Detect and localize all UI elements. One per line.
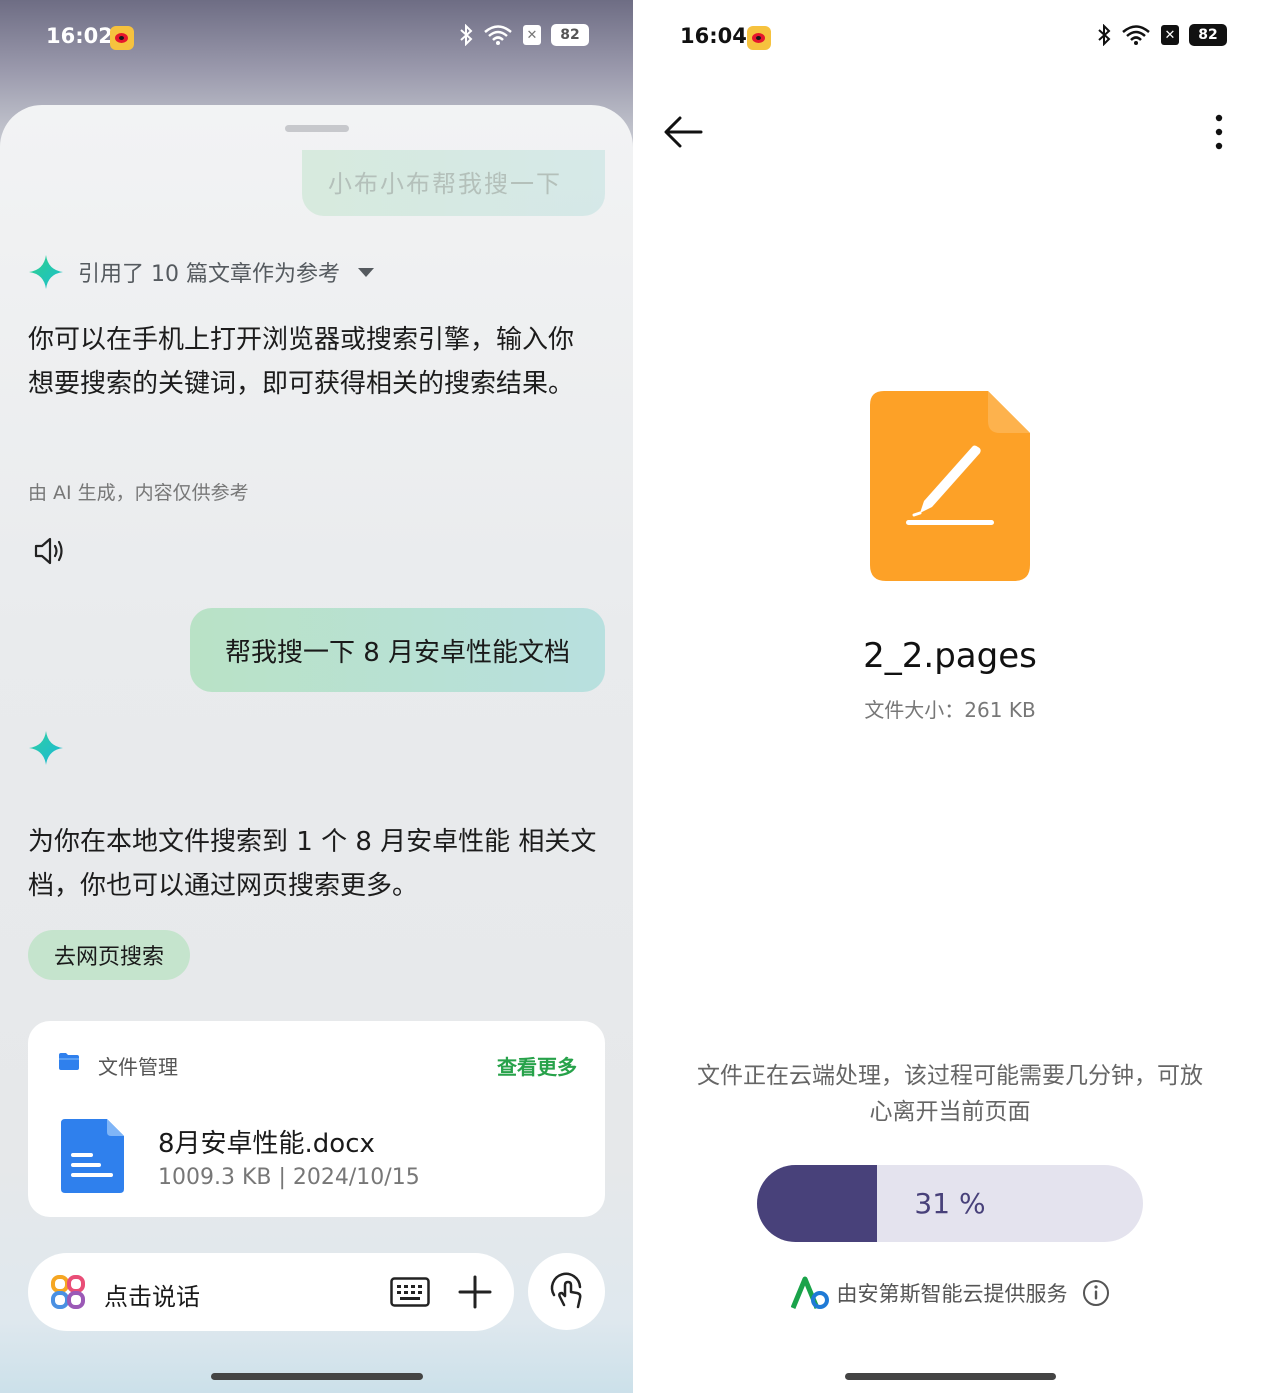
wifi-icon	[1122, 25, 1150, 45]
document-icon	[61, 1119, 124, 1193]
more-options-icon[interactable]	[1209, 112, 1229, 152]
assistant-screen: 16:02 ✕ 82 小布小布帮我搜一下 引用了 10 篇文章作为参考 你可以在…	[0, 0, 633, 1393]
folder-icon	[59, 1053, 79, 1070]
home-indicator[interactable]	[211, 1373, 423, 1380]
voice-input-bar[interactable]: 点击说话	[28, 1253, 514, 1331]
hand-tap-icon	[550, 1272, 581, 1308]
references-label: 引用了 10 篇文章作为参考	[78, 262, 340, 287]
keyboard-icon[interactable]	[390, 1277, 430, 1307]
service-provider-row: 由安第斯智能云提供服务	[633, 1276, 1267, 1310]
bluetooth-icon	[460, 24, 473, 46]
back-arrow-icon[interactable]	[663, 112, 703, 152]
weibo-icon	[747, 26, 771, 50]
previous-user-bubble: 小布小布帮我搜一下	[302, 150, 605, 216]
battery-indicator: 82	[551, 24, 589, 46]
plus-icon[interactable]	[458, 1275, 492, 1309]
file-meta: 1009.3 KB | 2024/10/15	[158, 1165, 420, 1190]
weibo-icon	[110, 26, 134, 50]
sim-off-icon: ✕	[1161, 25, 1179, 45]
assistant-logo-icon	[51, 1275, 85, 1309]
battery-indicator: 82	[1189, 24, 1227, 46]
file-name: 8月安卓性能.docx	[158, 1129, 375, 1159]
sparkle-icon	[29, 731, 63, 765]
file-manager-label: 文件管理	[98, 1055, 178, 1079]
status-time: 16:04	[680, 24, 747, 48]
file-result-card[interactable]: 文件管理 查看更多 8月安卓性能.docx 1009.3 KB | 2024/1…	[28, 1021, 605, 1217]
wifi-icon	[484, 25, 512, 45]
ai-disclaimer: 由 AI 生成，内容仅供参考	[28, 482, 249, 504]
view-more-link[interactable]: 查看更多	[497, 1051, 577, 1080]
home-indicator[interactable]	[845, 1373, 1056, 1380]
status-time: 16:02	[46, 24, 113, 48]
web-search-button[interactable]: 去网页搜索	[28, 930, 190, 980]
assistant-answer: 你可以在手机上打开浏览器或搜索引擎，输入你想要搜索的关键词，即可获得相关的搜索结…	[28, 325, 575, 399]
file-size: 文件大小：261 KB	[864, 698, 1036, 722]
tap-to-speak-label[interactable]: 点击说话	[104, 1277, 200, 1312]
assistant-search-result: 为你在本地文件搜索到 1 个 8 月安卓性能 相关文档，你也可以通过网页搜索更多…	[28, 827, 597, 901]
drag-handle[interactable]	[285, 125, 349, 132]
service-provider-text: 由安第斯智能云提供服务	[836, 1282, 1068, 1306]
status-icons: ✕ 82	[459, 24, 589, 46]
touch-assist-button[interactable]	[528, 1253, 605, 1330]
references-toggle[interactable]: 引用了 10 篇文章作为参考	[28, 254, 374, 290]
sim-off-icon: ✕	[523, 25, 541, 45]
status-icons: ✕ 82	[1097, 24, 1227, 46]
user-message-bubble: 帮我搜一下 8 月安卓性能文档	[190, 608, 605, 692]
andes-cloud-logo-icon	[790, 1276, 829, 1309]
bluetooth-icon	[1098, 24, 1111, 46]
pages-file-icon	[870, 391, 1030, 581]
sparkle-icon	[29, 255, 63, 289]
info-icon[interactable]	[1082, 1279, 1110, 1307]
file-name: 2_2.pages	[863, 636, 1037, 676]
caret-down-icon	[357, 267, 374, 277]
progress-label: 31 %	[914, 1187, 986, 1220]
upload-progress-bar: 31 %	[757, 1165, 1143, 1242]
processing-message: 文件正在云端处理，该过程可能需要几分钟，可放心离开当前页面	[697, 1063, 1203, 1125]
speaker-icon[interactable]	[32, 534, 66, 568]
file-processing-screen: 16:04 ✕ 82 2_2.pages 文件大小：261 KB 文件正在云端处…	[633, 0, 1267, 1393]
